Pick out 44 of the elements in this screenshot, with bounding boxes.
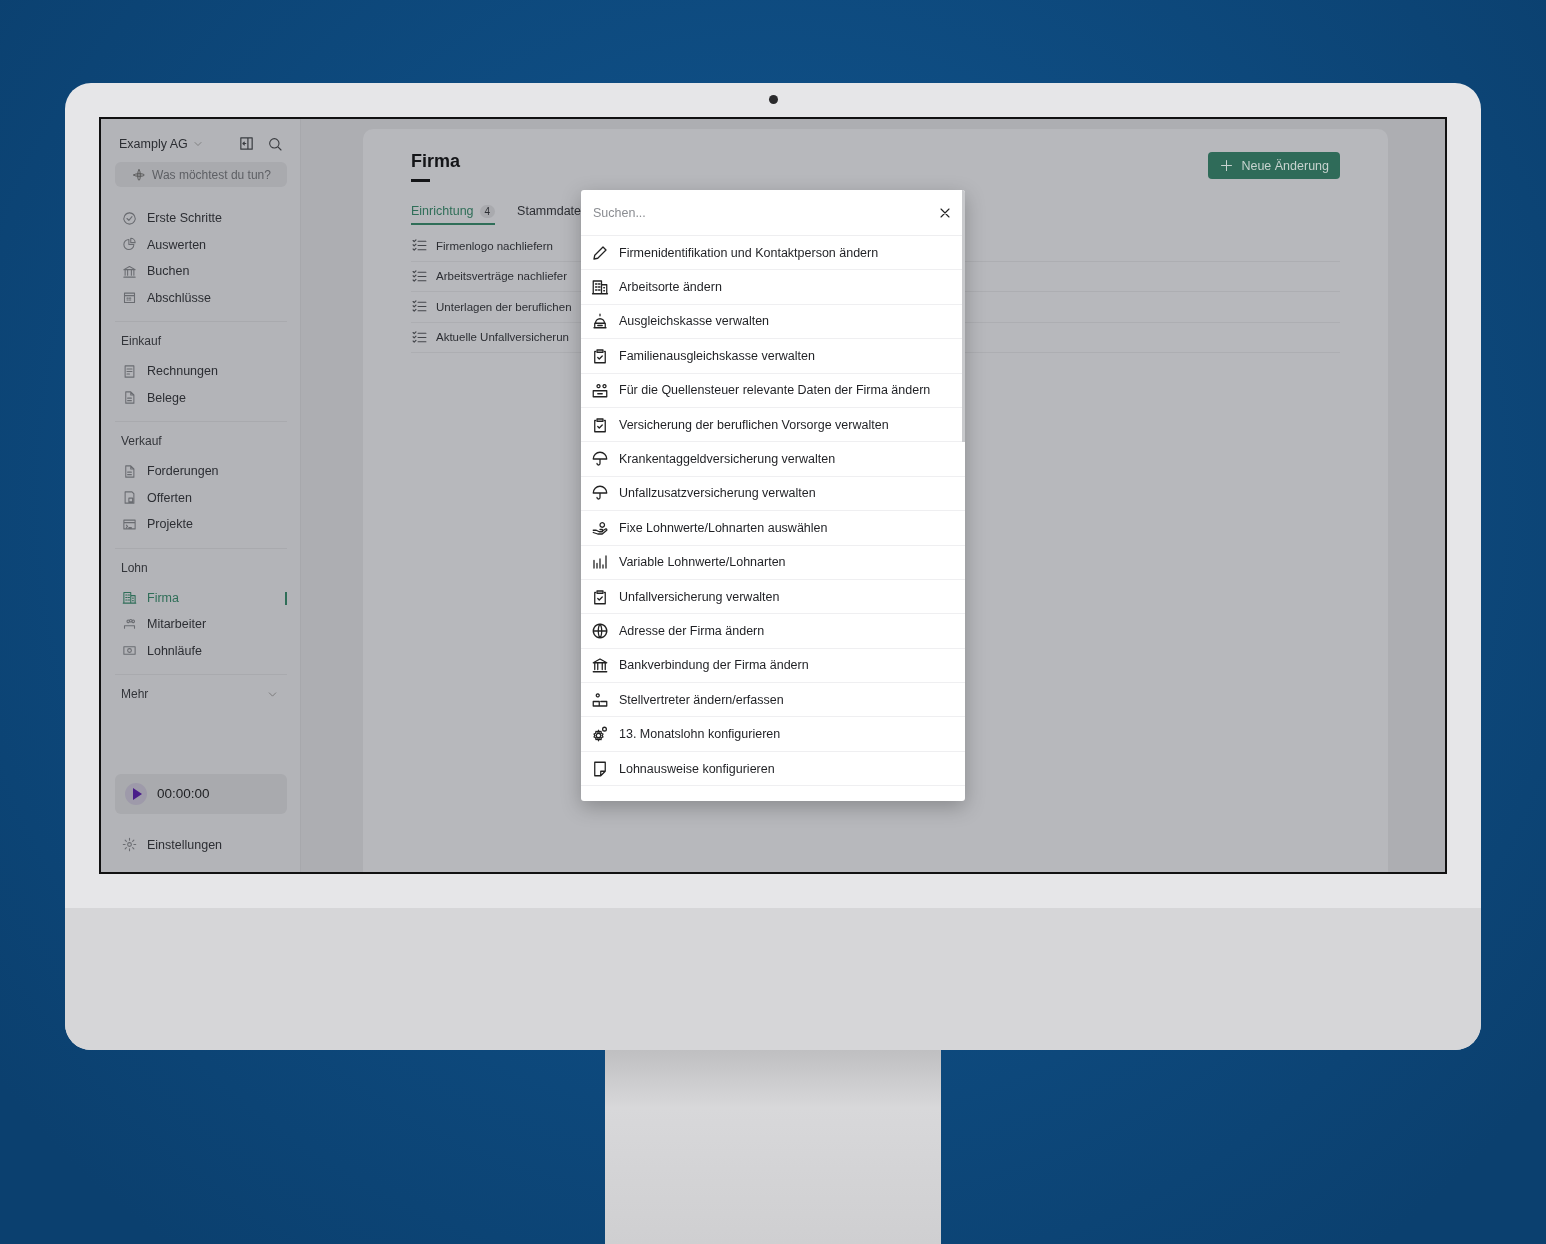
- sidebar-item[interactable]: Lohnläufe: [147, 643, 202, 658]
- action-item[interactable]: Adresse der Firma ändern: [619, 624, 765, 638]
- settings-link[interactable]: Einstellungen: [147, 837, 223, 852]
- timer-value: 00:00:00: [157, 786, 210, 801]
- action-item[interactable]: Fixe Lohnwerte/Lohnarten auswählen: [619, 520, 828, 535]
- sidebar-item[interactable]: Forderungen: [147, 464, 219, 479]
- action-item[interactable]: Lohnausweise konfigurieren: [619, 761, 775, 776]
- action-item[interactable]: Für die Quellensteuer relevante Daten der Firma ändern: [619, 383, 931, 398]
- action-item[interactable]: Firmenidentifikation und Kontaktperson ändern: [619, 245, 879, 260]
- action-item[interactable]: Familienausgleichskasse verwalten: [619, 348, 815, 363]
- action-item[interactable]: Arbeitsorte ändern: [619, 280, 722, 295]
- sidebar-item[interactable]: Buchen: [147, 264, 190, 279]
- company-switcher[interactable]: Examply AG: [119, 136, 188, 151]
- count-badge: 4: [479, 204, 496, 218]
- task-item[interactable]: Unterlagen der beruflichen: [436, 300, 572, 313]
- action-item[interactable]: Unfallversicherung verwalten: [619, 589, 780, 604]
- section-title: Einkauf: [120, 334, 163, 348]
- sidebar-item[interactable]: Projekte: [147, 517, 193, 532]
- sidebar-item[interactable]: Auswerten: [147, 237, 207, 252]
- new-change-button[interactable]: Neue Änderung: [1208, 152, 1340, 179]
- action-item[interactable]: Bankverbindung der Firma ändern: [619, 658, 809, 673]
- tab[interactable]: Einrichtung 4: [411, 204, 496, 225]
- sidebar-item[interactable]: Rechnungen: [147, 364, 218, 379]
- action-item[interactable]: Stellvertreter ändern/erfassen: [619, 692, 784, 707]
- task-item[interactable]: Aktuelle Unfallversicherun: [436, 331, 569, 344]
- action-item[interactable]: 13. Monatslohn konfigurieren: [619, 727, 781, 742]
- more-toggle[interactable]: Mehr: [121, 687, 149, 701]
- action-item[interactable]: Krankentaggeldversicherung verwalten: [619, 452, 836, 467]
- sidebar-item[interactable]: Abschlüsse: [147, 290, 211, 305]
- sidebar-item[interactable]: Belege: [147, 390, 186, 405]
- action-item[interactable]: Versicherung der beruflichen Vorsorge verwalten: [619, 417, 889, 432]
- action-item[interactable]: Ausgleichskasse verwalten: [619, 314, 770, 329]
- task-item[interactable]: Arbeitsverträge nachliefer: [436, 270, 568, 283]
- page-title: Firma: [411, 151, 461, 172]
- section-title: Lohn: [120, 560, 149, 575]
- sidebar-item[interactable]: Mitarbeiter: [147, 617, 207, 632]
- action-item[interactable]: Unfallzusatzversicherung verwalten: [619, 486, 816, 501]
- task-item[interactable]: Firmenlogo nachliefern: [436, 239, 553, 252]
- tab[interactable]: Stammdate: [517, 204, 582, 225]
- action-item[interactable]: Variable Lohnwerte/Lohnarten: [619, 555, 786, 570]
- sidebar-item[interactable]: Offerten: [147, 490, 192, 505]
- section-title: Verkauf: [120, 434, 163, 448]
- sidebar-item[interactable]: Erste Schritte: [147, 211, 223, 226]
- command-field[interactable]: Was möchtest du tun?: [115, 162, 287, 187]
